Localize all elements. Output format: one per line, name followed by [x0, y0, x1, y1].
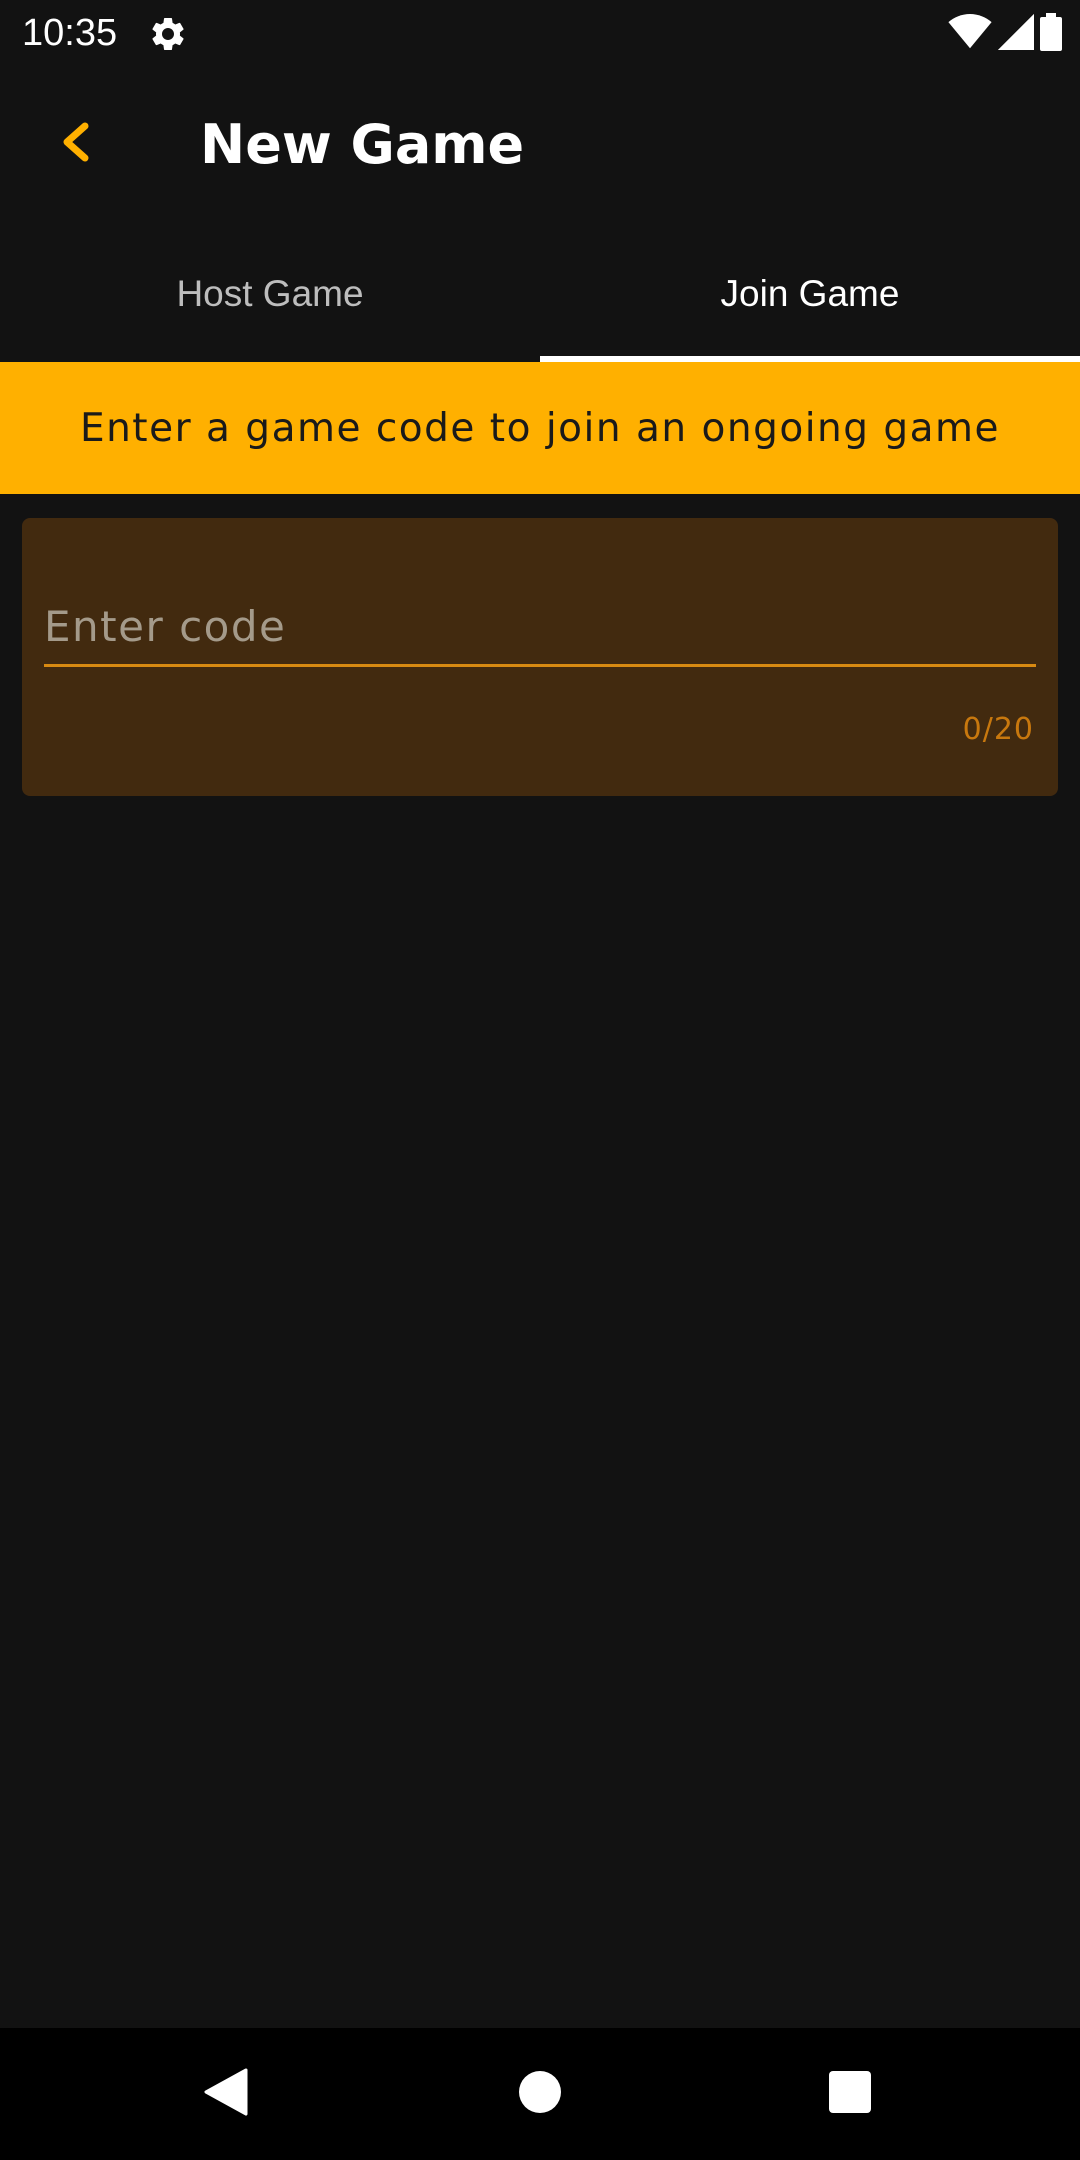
- nav-recents-button[interactable]: [820, 2064, 880, 2124]
- nav-back-button[interactable]: [196, 2064, 256, 2124]
- app-bar: New Game: [0, 66, 1080, 226]
- app-screen: 10:35 New Game Host Game Join Game Enter…: [0, 0, 1080, 2160]
- tab-label: Join Game: [720, 273, 900, 314]
- tab-label: Host Game: [176, 273, 364, 314]
- info-banner: Enter a game code to join an ongoing gam…: [0, 362, 1080, 494]
- code-input[interactable]: [44, 588, 1036, 667]
- back-button[interactable]: [44, 112, 108, 176]
- tab-join-game[interactable]: Join Game: [540, 226, 1080, 362]
- status-time: 10:35: [22, 12, 118, 54]
- page-title: New Game: [200, 113, 525, 176]
- status-bar: 10:35: [0, 0, 1080, 66]
- character-counter: 0/20: [962, 712, 1034, 747]
- code-input-card: 0/20: [22, 518, 1058, 796]
- tab-bar: Host Game Join Game: [0, 226, 1080, 362]
- status-icons: [948, 12, 1062, 56]
- nav-home-button[interactable]: [510, 2064, 570, 2124]
- home-circle-icon: [518, 2070, 562, 2119]
- wifi-icon: [948, 13, 992, 55]
- tab-host-game[interactable]: Host Game: [0, 226, 540, 362]
- banner-text: Enter a game code to join an ongoing gam…: [79, 405, 1001, 451]
- back-triangle-icon: [204, 2068, 248, 2121]
- battery-icon: [1040, 12, 1062, 56]
- system-navigation-bar: [0, 2028, 1080, 2160]
- gear-icon: [148, 14, 188, 54]
- recents-square-icon: [829, 2070, 871, 2118]
- chevron-left-icon: [59, 122, 93, 167]
- signal-icon: [998, 13, 1034, 55]
